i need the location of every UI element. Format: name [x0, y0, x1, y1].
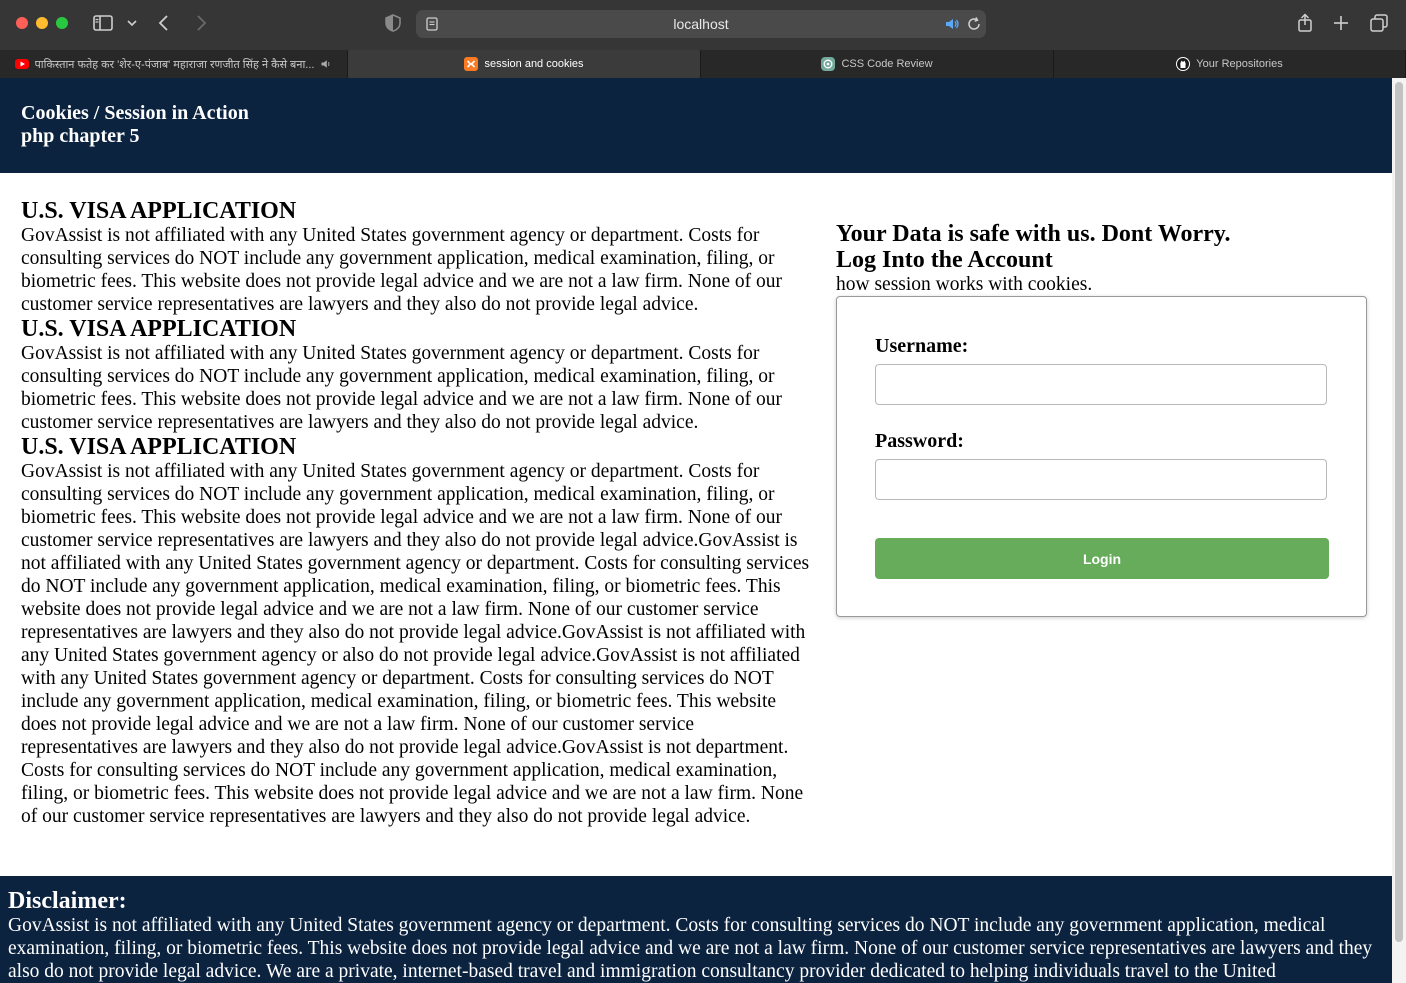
github-icon	[1176, 57, 1191, 71]
minimize-window-button[interactable]	[36, 17, 48, 29]
password-label: Password:	[875, 430, 964, 452]
youtube-icon	[14, 57, 29, 71]
tab-overview-icon[interactable]	[1368, 12, 1390, 34]
zoom-window-button[interactable]	[56, 17, 68, 29]
disclaimer-title: Disclaimer:	[8, 888, 127, 914]
username-label: Username:	[875, 335, 969, 357]
username-input[interactable]	[875, 364, 1327, 405]
tab-label: CSS Code Review	[841, 58, 933, 70]
back-arrow-icon[interactable]	[154, 12, 176, 34]
url-text: localhost	[673, 16, 729, 32]
share-icon[interactable]	[1294, 12, 1316, 34]
site-subtitle: php chapter 5	[21, 125, 140, 147]
site-header: Cookies / Session in Action php chapter …	[0, 78, 1392, 173]
article: U.S. VISA APPLICATION GovAssist is not a…	[21, 316, 813, 434]
tab-label: पाकिस्तान फतेह कर 'शेर-ए-पंजाब' महाराजा …	[34, 58, 315, 71]
browser-toolbar: localhost	[0, 0, 1406, 50]
login-section: Your Data is safe with us. Dont Worry. L…	[836, 221, 1367, 296]
web-page: Cookies / Session in Action php chapter …	[0, 78, 1392, 983]
article-heading: U.S. VISA APPLICATION	[21, 434, 297, 460]
login-form: Username: Password: Login	[836, 296, 1367, 617]
address-bar[interactable]: localhost	[416, 10, 986, 38]
forward-arrow-icon[interactable]	[190, 12, 212, 34]
login-note: how session works with cookies.	[836, 274, 1093, 295]
site-footer: Disclaimer: GovAssist is not affiliated …	[0, 876, 1392, 983]
privacy-shield-icon[interactable]	[382, 12, 404, 34]
article-heading: U.S. VISA APPLICATION	[21, 316, 297, 342]
reload-icon[interactable]	[966, 16, 982, 32]
main-content: U.S. VISA APPLICATION GovAssist is not a…	[21, 198, 813, 828]
site-title: Cookies / Session in Action	[21, 102, 249, 124]
chevron-down-icon[interactable]	[122, 12, 144, 34]
article: U.S. VISA APPLICATION GovAssist is not a…	[21, 198, 813, 316]
tab-your-repositories[interactable]: Your Repositories	[1054, 50, 1406, 78]
article-text: GovAssist is not affiliated with any Uni…	[21, 225, 782, 315]
tab-youtube[interactable]: पाकिस्तान फतेह कर 'शेर-ए-पंजाब' महाराजा …	[0, 50, 348, 78]
close-window-button[interactable]	[16, 17, 28, 29]
tab-label: session and cookies	[484, 58, 584, 70]
article-text: GovAssist is not affiliated with any Uni…	[21, 343, 782, 433]
sidebar-toggle-icon[interactable]	[92, 12, 114, 34]
article-heading: U.S. VISA APPLICATION	[21, 198, 297, 224]
disclaimer-text: GovAssist is not affiliated with any Uni…	[8, 915, 1373, 982]
xampp-icon	[464, 57, 479, 71]
tab-css-code-review[interactable]: CSS Code Review	[701, 50, 1054, 78]
chatgpt-icon	[821, 57, 836, 71]
login-button[interactable]: Login	[875, 538, 1329, 579]
speaker-icon[interactable]	[320, 58, 332, 70]
speaker-icon[interactable]	[944, 16, 960, 32]
tab-session-cookies[interactable]: session and cookies	[348, 50, 701, 78]
safety-heading: Your Data is safe with us. Dont Worry.	[836, 221, 1231, 247]
scrollbar-thumb[interactable]	[1395, 82, 1403, 942]
new-tab-plus-icon[interactable]	[1330, 12, 1352, 34]
tab-label: Your Repositories	[1196, 58, 1283, 70]
login-heading: Log Into the Account	[836, 247, 1053, 273]
article: U.S. VISA APPLICATION GovAssist is not a…	[21, 434, 813, 828]
tab-bar: पाकिस्तान फतेह कर 'शेर-ए-पंजाब' महाराजा …	[0, 50, 1406, 78]
article-text: GovAssist is not affiliated with any Uni…	[21, 461, 810, 827]
password-input[interactable]	[875, 459, 1327, 500]
scrollbar[interactable]	[1392, 78, 1406, 983]
